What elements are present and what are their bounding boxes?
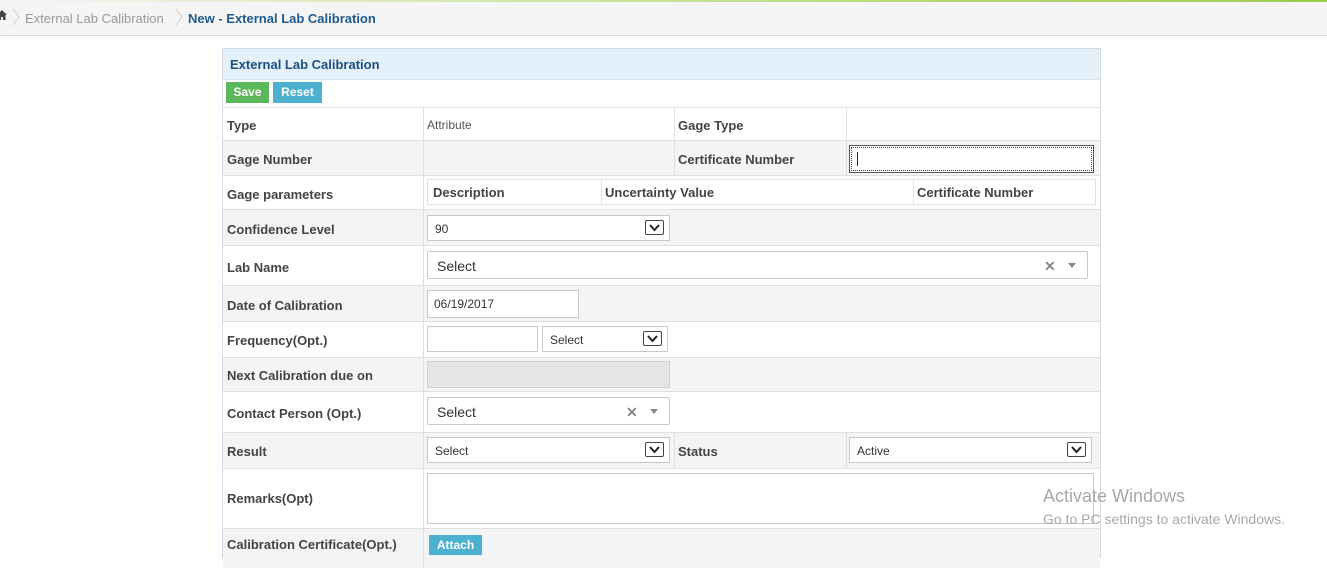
row-calibration-certificate: Calibration Certificate(Opt.) Attach xyxy=(223,528,1100,568)
next-calibration-input xyxy=(427,361,670,388)
column-divider xyxy=(913,180,914,204)
date-of-calibration-label: Date of Calibration xyxy=(227,298,343,313)
column-divider xyxy=(674,433,675,468)
panel-title: External Lab Calibration xyxy=(230,57,380,72)
column-divider xyxy=(423,246,424,285)
row-result-status: Result Select Status Active xyxy=(223,432,1100,468)
activate-windows-hint: Go to PC settings to activate Windows. xyxy=(1043,511,1285,527)
column-divider xyxy=(846,108,847,140)
date-of-calibration-input[interactable] xyxy=(427,290,579,318)
save-button[interactable]: Save xyxy=(226,82,269,103)
type-label: Type xyxy=(227,118,257,133)
column-divider xyxy=(423,469,424,528)
external-lab-calibration-panel: External Lab Calibration Save Reset Type… xyxy=(222,48,1101,568)
lab-name-value: Select xyxy=(437,258,476,274)
row-gage-parameters: Gage parameters Description Uncertainty … xyxy=(223,175,1100,209)
breadcrumb-item-external-lab-calibration[interactable]: External Lab Calibration xyxy=(25,11,164,26)
breadcrumb-bar: External Lab Calibration New - External … xyxy=(0,0,1327,36)
gage-parameters-table: Description Uncertainty Value Certificat… xyxy=(427,179,1096,205)
column-divider xyxy=(423,210,424,245)
result-select[interactable]: Select xyxy=(427,437,670,463)
row-confidence-level: Confidence Level 90 xyxy=(223,209,1100,245)
row-remarks: Remarks(Opt) xyxy=(223,468,1100,528)
row-date-of-calibration: Date of Calibration xyxy=(223,285,1100,321)
status-label: Status xyxy=(678,444,718,459)
chevron-down-icon xyxy=(1067,442,1086,457)
status-select[interactable]: Active xyxy=(849,437,1092,463)
activate-windows-watermark: Activate Windows xyxy=(1043,486,1186,506)
row-lab-name: Lab Name Select ✕ xyxy=(223,245,1100,285)
attach-button[interactable]: Attach xyxy=(429,535,482,555)
caret-down-icon xyxy=(650,409,658,414)
home-icon[interactable] xyxy=(0,9,8,21)
column-divider xyxy=(674,108,675,140)
confidence-level-label: Confidence Level xyxy=(227,222,335,237)
column-divider xyxy=(846,433,847,468)
next-calibration-label: Next Calibration due on xyxy=(227,368,373,383)
result-value: Select xyxy=(435,444,469,458)
frequency-label: Frequency(Opt.) xyxy=(227,333,328,348)
clear-icon[interactable]: ✕ xyxy=(1044,258,1056,275)
column-divider xyxy=(423,176,424,209)
gage-number-label: Gage Number xyxy=(227,152,313,167)
row-gage-number: Gage Number Certificate Number xyxy=(223,140,1100,175)
row-contact-person: Contact Person (Opt.) Select ✕ xyxy=(223,391,1100,432)
gage-type-label: Gage Type xyxy=(678,118,744,133)
param-header-uncertainty: Uncertainty Value xyxy=(605,185,715,200)
certificate-number-label: Certificate Number xyxy=(678,152,795,167)
caret-down-icon xyxy=(1068,263,1076,268)
row-next-calibration: Next Calibration due on xyxy=(223,357,1100,391)
column-divider xyxy=(423,286,424,321)
column-divider xyxy=(423,358,424,391)
confidence-level-select[interactable]: 90 xyxy=(427,215,670,241)
column-divider xyxy=(423,529,424,568)
certificate-number-input[interactable] xyxy=(849,145,1094,173)
contact-person-value: Select xyxy=(437,404,476,420)
column-divider xyxy=(423,433,424,468)
frequency-input[interactable] xyxy=(427,326,538,352)
panel-header: External Lab Calibration xyxy=(223,49,1100,80)
type-value: Attribute xyxy=(427,118,472,132)
column-divider xyxy=(423,392,424,432)
confidence-level-value: 90 xyxy=(435,222,449,236)
column-divider xyxy=(423,322,424,357)
column-divider xyxy=(601,180,602,204)
frequency-unit-value: Select xyxy=(550,333,584,347)
breadcrumb-separator-icon xyxy=(12,8,20,26)
reset-button[interactable]: Reset xyxy=(273,82,322,103)
lab-name-label: Lab Name xyxy=(227,260,290,275)
lab-name-select[interactable]: Select ✕ xyxy=(427,251,1088,279)
row-frequency: Frequency(Opt.) Select xyxy=(223,321,1100,357)
row-type: Type Attribute Gage Type xyxy=(223,107,1100,140)
chevron-down-icon xyxy=(645,220,664,235)
column-divider xyxy=(674,141,675,175)
chevron-down-icon xyxy=(643,331,662,346)
text-cursor xyxy=(857,152,858,166)
breadcrumb-separator-icon xyxy=(175,8,183,26)
result-label: Result xyxy=(227,444,267,459)
frequency-unit-select[interactable]: Select xyxy=(542,326,668,352)
remarks-textarea[interactable] xyxy=(427,473,1094,524)
column-divider xyxy=(423,108,424,140)
remarks-label: Remarks(Opt) xyxy=(227,491,313,506)
status-value: Active xyxy=(857,444,890,458)
param-header-description: Description xyxy=(433,185,505,200)
gage-parameters-label: Gage parameters xyxy=(227,187,334,202)
column-divider xyxy=(423,141,424,175)
chevron-down-icon xyxy=(645,442,664,457)
contact-person-select[interactable]: Select ✕ xyxy=(427,397,670,425)
contact-person-label: Contact Person (Opt.) xyxy=(227,406,362,421)
breadcrumb-item-current: New - External Lab Calibration xyxy=(188,11,376,26)
clear-icon[interactable]: ✕ xyxy=(626,404,638,421)
param-header-certificate-number: Certificate Number xyxy=(917,185,1034,200)
topbar-accent-line xyxy=(0,0,1327,2)
column-divider xyxy=(846,141,847,175)
